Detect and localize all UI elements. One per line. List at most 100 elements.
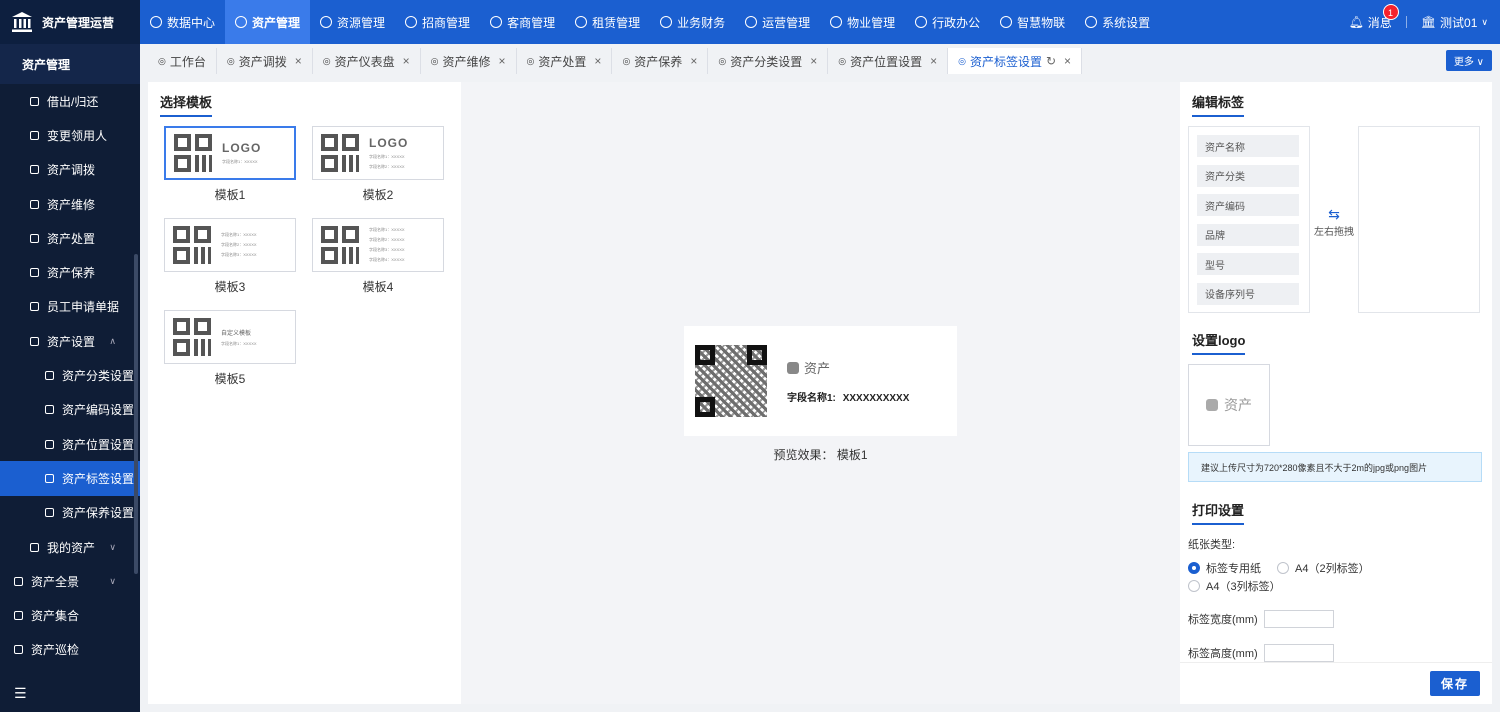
draggable-field-chip[interactable]: 资产分类 [1197,164,1299,187]
sidebar-item[interactable]: 资产保养设置 [0,496,140,530]
sidebar-item[interactable]: 资产设置 ∧ [0,324,140,358]
sidebar-title-label: 资产管理 [22,57,71,72]
topnav-item[interactable]: 租赁管理 [565,0,650,44]
qr-code-icon [173,318,211,356]
sidebar-item[interactable]: 资产全景 ∨ [0,564,140,598]
tab[interactable]: ◎ 资产标签设置 ↻ × [948,48,1083,74]
sidebar-item[interactable]: 借出/归还 [0,84,140,118]
sidebar-item[interactable]: 我的资产 ∨ [0,530,140,564]
message-count-badge: 1 [1382,3,1399,20]
template-option[interactable]: LOGO 字段名称1：XXXXX 模板1 [164,126,296,203]
tab[interactable]: ◎ 资产仪表盘 × [313,48,421,74]
sidebar-item-label: 资产分类设置 [62,369,135,384]
tab[interactable]: ◎ 资产保养 × [612,48,709,74]
topnav-item[interactable]: 客商管理 [480,0,565,44]
close-icon[interactable]: × [403,54,410,68]
tab-label: 资产调拨 [238,54,287,69]
template-option[interactable]: 字段名称1：XXXXX 字段名称2：XXXXX 字段名称3：XXXXX 模板3 [164,218,296,295]
sidebar-item[interactable]: 资产维修 [0,187,140,221]
sidebar-scrollbar[interactable] [134,254,138,574]
sidebar-item[interactable]: 资产分类设置 [0,358,140,392]
refresh-icon[interactable]: ↻ [1046,54,1056,68]
close-icon[interactable]: × [810,54,817,68]
sidebar-item[interactable]: 资产处置 [0,221,140,255]
template-option[interactable]: 自定义模板 字段名称1：XXXXX 模板5 [164,310,296,387]
office-icon [915,16,928,28]
tab[interactable]: ◎ 工作台 [148,48,217,74]
close-icon[interactable]: × [594,54,601,68]
sidebar-item[interactable]: 资产位置设置 [0,427,140,461]
chevron-down-icon: ∨ [109,541,116,552]
collapse-menu-icon[interactable]: ☰ [14,685,27,702]
draggable-field-chip[interactable]: 品牌 [1197,223,1299,246]
client-icon [490,16,503,28]
more-tabs-button[interactable]: 更多 ∨ [1445,50,1492,71]
sidebar-title[interactable]: 资产管理 [0,44,140,84]
brand[interactable]: 资产管理运营 [0,0,140,44]
template-card[interactable]: 字段名称1：XXXXX 字段名称2：XXXXX 字段名称3：XXXXX 字段名称4：X… [312,218,444,272]
label-width-input[interactable] [1263,610,1334,628]
menu-icon [30,542,39,552]
topnav-item[interactable]: 招商管理 [395,0,480,44]
draggable-field-chip[interactable]: 资产名称 [1197,135,1299,157]
topnav-item[interactable]: 业务财务 [650,0,735,44]
sidebar-item[interactable]: 变更领用人 [0,118,140,152]
template-option[interactable]: 字段名称1：XXXXX 字段名称2：XXXXX 字段名称3：XXXXX 字段名称4：X… [312,218,444,295]
label-height-input[interactable] [1263,644,1334,662]
close-icon[interactable]: × [930,54,937,68]
settings-icon [1085,16,1098,28]
close-icon[interactable]: × [1064,54,1071,68]
iot-icon [1000,16,1013,28]
close-icon[interactable]: × [690,54,697,68]
topnav-item[interactable]: 资产管理 [225,0,311,44]
topnav-item[interactable]: 数据中心 [140,0,225,44]
label-height-label: 标签高度(mm) [1188,648,1258,660]
sidebar-item[interactable]: 资产调拨 [0,153,140,187]
draggable-field-chip[interactable]: 型号 [1197,253,1299,276]
template-option[interactable]: LOGO 字段名称1：XXXXX 字段名称2：XXXXX 模板2 [312,126,444,203]
top-nav: 数据中心 资产管理 资源管理 招商管理 客商管理 租赁管理 业务财务 运营管理 物业管理 行政办公… [140,0,1160,44]
draggable-field-chip[interactable]: 设备序列号 [1197,282,1299,305]
topnav-item[interactable]: 智慧物联 [990,0,1075,44]
sidebar-item[interactable]: 资产集合 [0,598,140,632]
template-card[interactable]: 字段名称1：XXXXX 字段名称2：XXXXX 字段名称3：XXXXX [164,218,296,272]
template-card[interactable]: LOGO 字段名称1：XXXXX 字段名称2：XXXXX [312,126,444,180]
topnav-item[interactable]: 资源管理 [310,0,395,44]
radio-a4-3col[interactable]: A4（3列标签） [1188,578,1281,594]
topnav-item[interactable]: 行政办公 [905,0,990,44]
topnav-item[interactable]: 运营管理 [735,0,820,44]
user-menu[interactable]: 🏛︎ 测试01 ∨ [1421,14,1488,31]
qr-code-icon [321,134,359,172]
sidebar-item[interactable]: 资产编码设置 [0,393,140,427]
dashboard-icon [150,16,162,28]
messages-button[interactable]: 🔔︎ 消息 1 [1349,3,1399,31]
radio-icon [1188,580,1200,592]
tab[interactable]: ◎ 资产处置 × [517,48,613,74]
close-icon[interactable]: × [499,54,506,68]
save-button[interactable]: 保存 [1430,671,1480,696]
template-card[interactable]: 自定义模板 字段名称1：XXXXX [164,310,296,364]
selected-fields-dropzone[interactable] [1358,126,1480,313]
logo-upload[interactable]: 资产 [1188,364,1270,446]
sidebar-item[interactable]: 资产标签设置 [0,461,140,496]
available-fields-box: 资产名称资产分类资产编码品牌型号设备序列号 [1188,126,1310,313]
tab-icon: ◎ [958,55,966,66]
tab[interactable]: ◎ 资产维修 × [421,48,517,74]
radio-label-paper[interactable]: 标签专用纸 [1188,560,1261,576]
sidebar-item[interactable]: 员工申请单据 [0,290,140,324]
topnav-item[interactable]: 物业管理 [820,0,905,44]
sidebar-item[interactable]: 资产巡检 [0,633,140,667]
tab[interactable]: ◎ 资产位置设置 × [828,48,949,74]
topnav-label: 数据中心 [167,15,216,30]
sidebar-item[interactable]: 资产保养 [0,255,140,289]
close-icon[interactable]: × [295,54,302,68]
tab-icon: ◎ [526,55,535,66]
tab[interactable]: ◎ 资产分类设置 × [708,48,829,74]
draggable-field-chip[interactable]: 资产编码 [1197,194,1299,217]
institution-icon [12,12,32,32]
menu-icon [30,233,39,243]
tab[interactable]: ◎ 资产调拨 × [217,48,313,74]
radio-a4-2col[interactable]: A4（2列标签） [1277,560,1370,576]
topnav-item[interactable]: 系统设置 [1075,0,1160,44]
template-card[interactable]: LOGO 字段名称1：XXXXX [164,126,296,180]
